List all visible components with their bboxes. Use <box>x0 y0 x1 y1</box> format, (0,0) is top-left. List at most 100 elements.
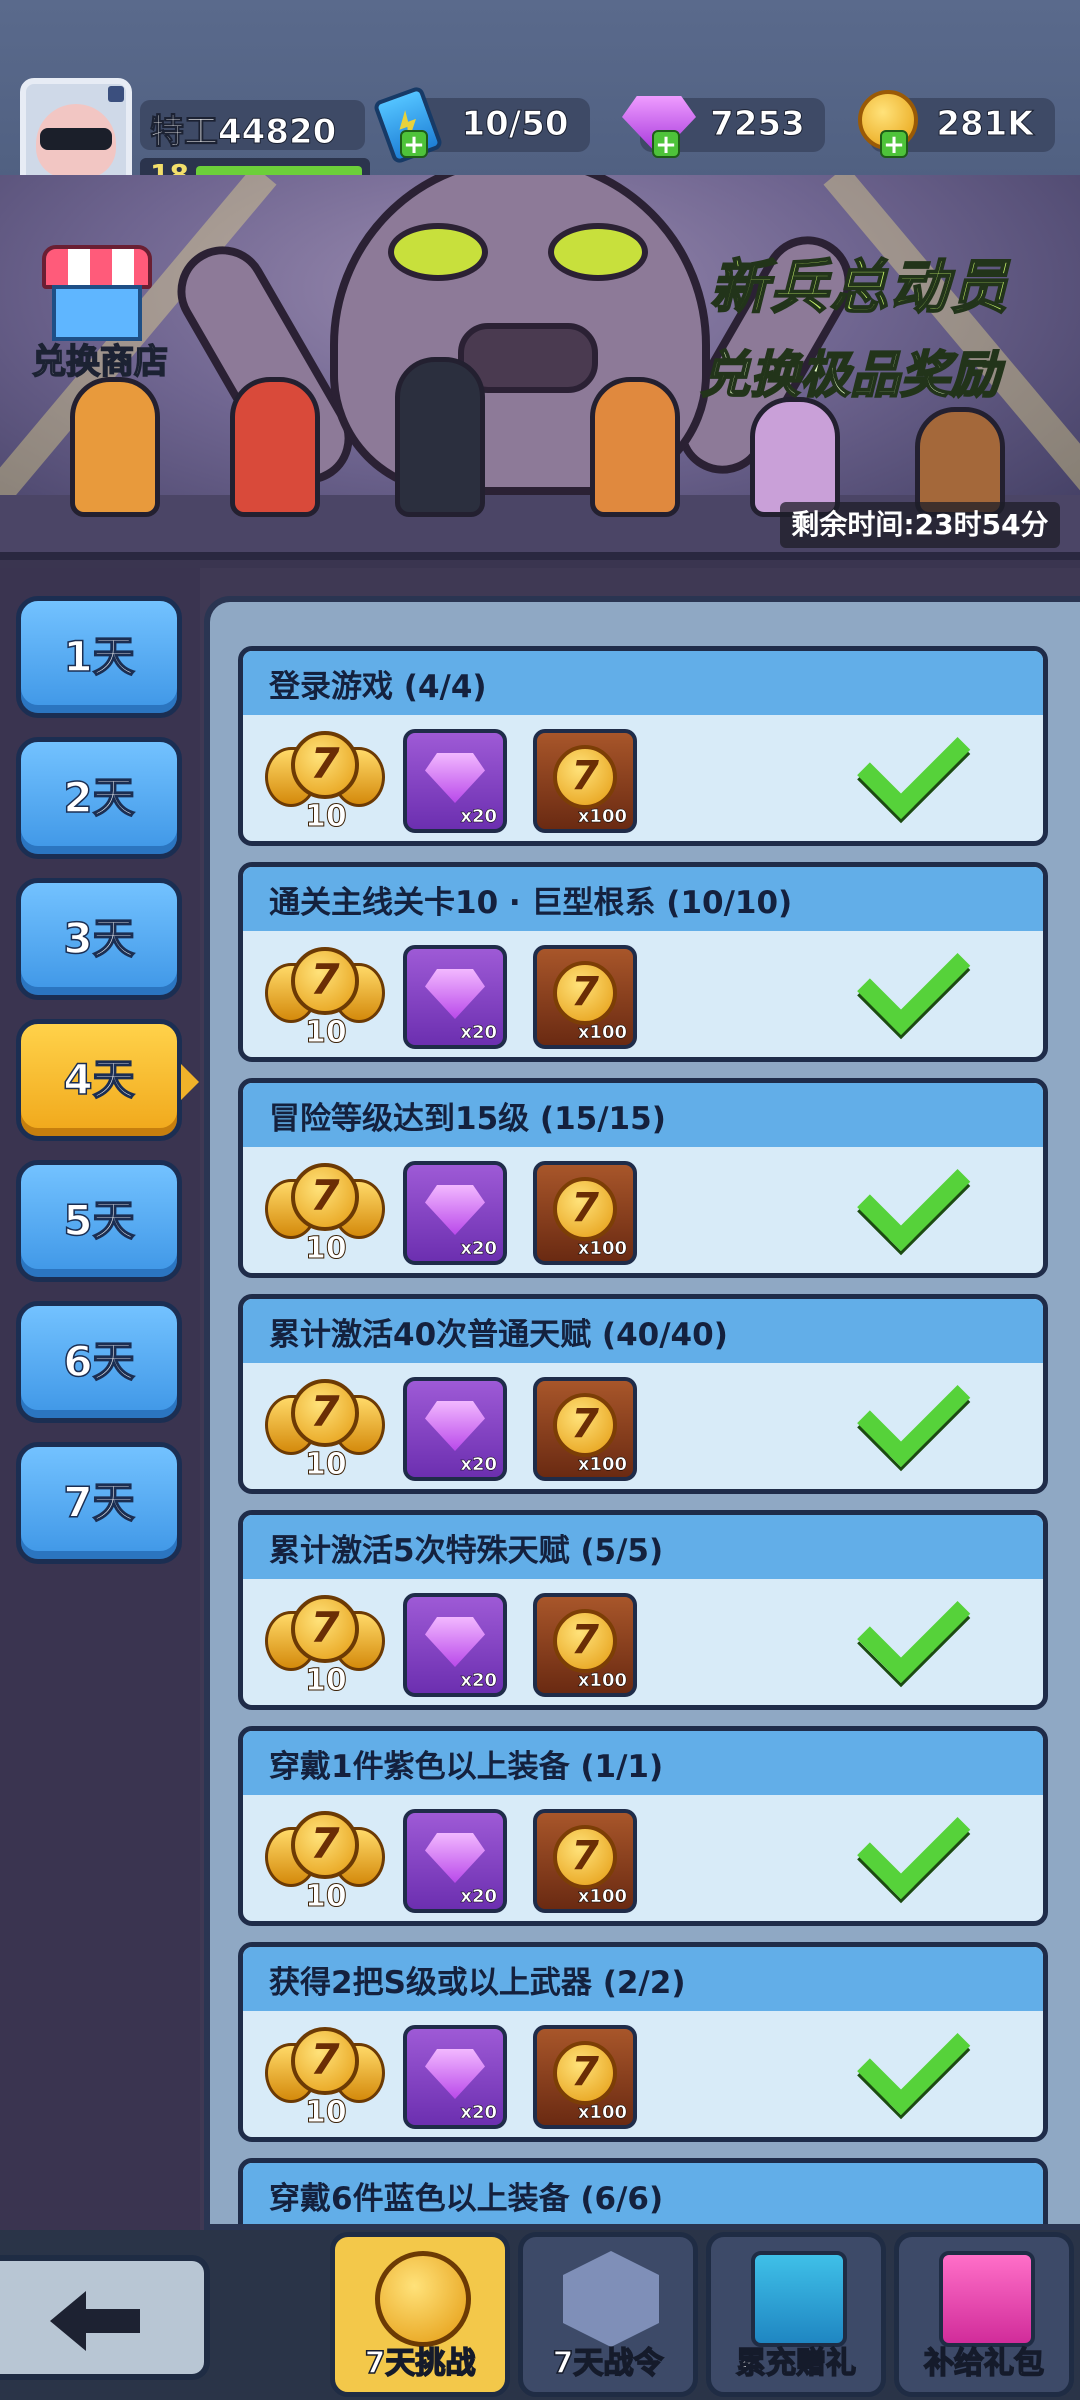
medal-reward[interactable]: 7 10 <box>265 1155 385 1271</box>
gem-icon <box>425 1401 485 1451</box>
event-title: 新兵总动员 <box>709 252 1011 322</box>
nav-recharge-gift[interactable]: 累充赠礼 <box>706 2232 886 2397</box>
completed-check-icon <box>879 1177 979 1249</box>
gem-reward-qty: x20 <box>460 1454 497 1476</box>
gem-reward-qty: x20 <box>460 806 497 828</box>
medal-amount: 10 <box>305 1447 348 1483</box>
day-tab-7[interactable]: 7天 <box>16 1442 182 1564</box>
gem-icon <box>425 1185 485 1235</box>
day-tab-2[interactable]: 2天 <box>16 737 182 859</box>
octopus-eye <box>548 223 648 281</box>
gem-reward-qty: x20 <box>460 1238 497 1260</box>
task-title: 穿戴1件紫色以上装备 (1/1) <box>269 1749 664 1785</box>
medal-icon <box>375 2251 471 2347</box>
day-tab-3[interactable]: 3天 <box>16 878 182 1000</box>
nav-7day-pass[interactable]: 7天战令 <box>518 2232 698 2397</box>
gem-reward[interactable]: x20 <box>403 945 507 1049</box>
add-stamina-plus-icon[interactable]: + <box>400 130 428 158</box>
token-icon: 7 <box>553 1825 617 1889</box>
gem-reward[interactable]: x20 <box>403 1593 507 1697</box>
demon-girl-hero-illustration <box>230 377 320 517</box>
nav-supply-pack[interactable]: 补给礼包 <box>894 2232 1074 2397</box>
nav-label: 7天战令 <box>552 2345 664 2382</box>
gold-value: 281K <box>936 104 1034 145</box>
gem-reward[interactable]: x20 <box>403 1161 507 1265</box>
task-card[interactable]: 穿戴6件蓝色以上装备 (6/6)710x207x100 <box>238 2158 1048 2224</box>
medal-reward[interactable]: 7 10 <box>265 939 385 1055</box>
token-reward[interactable]: 7 x100 <box>533 2025 637 2129</box>
nav-7day-challenge[interactable]: 7天挑战 <box>330 2232 510 2397</box>
medal-amount: 10 <box>305 2095 348 2131</box>
task-card[interactable]: 冒险等级达到15级 (15/15) 7 10 x20 7 x100 <box>238 1078 1048 1278</box>
task-title: 通关主线关卡10 · 巨型根系 (10/10) <box>269 885 793 921</box>
shop-awning <box>42 245 152 289</box>
player-avatar[interactable] <box>20 78 132 190</box>
task-card[interactable]: 通关主线关卡10 · 巨型根系 (10/10) 7 10 x20 7 x100 <box>238 862 1048 1062</box>
stamina-value: 10/50 <box>461 104 569 145</box>
token-reward[interactable]: 7 x100 <box>533 1161 637 1265</box>
exchange-shop-icon[interactable] <box>42 245 152 345</box>
exchange-shop-label[interactable]: 兑换商店 <box>20 334 180 383</box>
task-card[interactable]: 累计激活40次普通天赋 (40/40) 7 10 x20 7 x100 <box>238 1294 1048 1494</box>
medal-reward[interactable]: 7 10 <box>265 2019 385 2135</box>
task-card[interactable]: 穿戴1件紫色以上装备 (1/1) 7 10 x20 7 x100 <box>238 1726 1048 1926</box>
gem-reward[interactable]: x20 <box>403 1377 507 1481</box>
back-button[interactable] <box>0 2255 210 2380</box>
medal-reward[interactable]: 7 10 <box>265 1803 385 1919</box>
task-card[interactable]: 获得2把S级或以上武器 (2/2) 7 10 x20 7 x100 <box>238 1942 1048 2142</box>
gem-reward[interactable]: x20 <box>403 729 507 833</box>
token-reward-qty: x100 <box>577 806 628 828</box>
token-reward[interactable]: 7 x100 <box>533 729 637 833</box>
tiger-hero-illustration <box>70 377 160 517</box>
player-name: 特工44820 <box>149 112 337 153</box>
medal-icon: 7 <box>291 2027 359 2095</box>
completed-check-icon <box>879 1825 979 1897</box>
medal-icon: 7 <box>291 1595 359 1663</box>
task-title: 穿戴6件蓝色以上装备 (6/6) <box>269 2181 664 2217</box>
medal-reward[interactable]: 7 10 <box>265 1371 385 1487</box>
token-icon: 7 <box>553 1393 617 1457</box>
event-subtitle: 兑换极品奖励 <box>699 345 1001 405</box>
gem-icon <box>425 1833 485 1883</box>
day-tab-1[interactable]: 1天 <box>16 596 182 718</box>
token-reward[interactable]: 7 x100 <box>533 1593 637 1697</box>
token-icon: 7 <box>553 2041 617 2105</box>
gem-reward-qty: x20 <box>460 1670 497 1692</box>
day-tab-5[interactable]: 5天 <box>16 1160 182 1282</box>
event-timer: 剩余时间:23时54分 <box>780 502 1060 548</box>
gem-reward-qty: x20 <box>460 2102 497 2124</box>
token-icon: 7 <box>553 1177 617 1241</box>
gem-icon <box>425 969 485 1019</box>
task-card[interactable]: 累计激活5次特殊天赋 (5/5) 7 10 x20 7 x100 <box>238 1510 1048 1710</box>
token-icon: 7 <box>553 745 617 809</box>
medal-amount: 10 <box>305 1231 348 1267</box>
gem-reward[interactable]: x20 <box>403 1809 507 1913</box>
token-reward-qty: x100 <box>577 1886 628 1908</box>
task-title: 累计激活5次特殊天赋 (5/5) <box>269 1533 664 1569</box>
task-list-panel[interactable]: 登录游戏 (4/4) 7 10 x20 7 x100 通关主线关卡10 · 巨型根系 (10… <box>204 596 1080 2230</box>
token-reward[interactable]: 7 x100 <box>533 1809 637 1913</box>
day-tab-4[interactable]: 4天 <box>16 1019 199 1141</box>
task-card[interactable]: 登录游戏 (4/4) 7 10 x20 7 x100 <box>238 646 1048 846</box>
medal-amount: 10 <box>305 799 348 835</box>
medal-reward[interactable]: 7 10 <box>265 1587 385 1703</box>
octopus-eye <box>388 223 488 281</box>
token-icon: 7 <box>553 1609 617 1673</box>
capybara-hero-illustration <box>915 407 1005 517</box>
token-icon: 7 <box>553 961 617 1025</box>
token-reward[interactable]: 7 x100 <box>533 945 637 1049</box>
nav-label: 补给礼包 <box>923 2345 1045 2382</box>
task-title: 冒险等级达到15级 (15/15) <box>269 1101 666 1137</box>
add-gold-plus-icon[interactable]: + <box>880 130 908 158</box>
medal-reward[interactable]: 7 10 <box>265 723 385 839</box>
gem-reward[interactable]: x20 <box>403 2025 507 2129</box>
star-badge-icon <box>563 2251 659 2347</box>
gem-reward-qty: x20 <box>460 1022 497 1044</box>
medal-icon: 7 <box>291 947 359 1015</box>
token-reward[interactable]: 7 x100 <box>533 1377 637 1481</box>
add-gems-plus-icon[interactable]: + <box>652 130 680 158</box>
task-title: 获得2把S级或以上武器 (2/2) <box>269 1965 686 2001</box>
completed-check-icon <box>879 1609 979 1681</box>
fox-hero-illustration <box>590 377 680 517</box>
day-tab-6[interactable]: 6天 <box>16 1301 182 1423</box>
